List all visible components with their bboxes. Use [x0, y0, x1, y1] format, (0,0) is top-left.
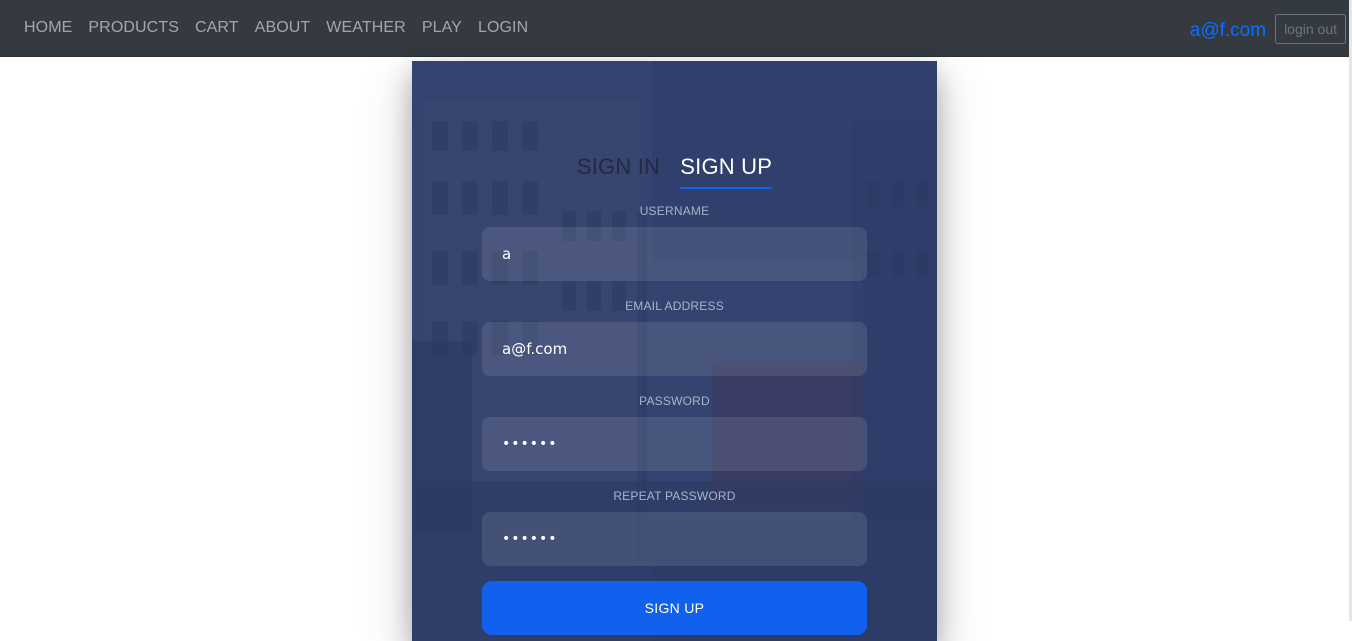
tab-sign-in[interactable]: SIGN IN: [577, 154, 660, 187]
signup-form: SIGN IN SIGN UP USERNAME a EMAIL ADDRESS…: [412, 61, 937, 641]
password-label: PASSWORD: [639, 394, 710, 408]
nav-weather-link[interactable]: WEATHER: [318, 19, 414, 37]
nav-home-link[interactable]: HOME: [16, 19, 80, 37]
nav-products-link[interactable]: PRODUCTS: [80, 19, 187, 37]
nav-cart-link[interactable]: CART: [187, 19, 247, 37]
password-input[interactable]: ••••••: [482, 417, 867, 471]
nav-user-area: a@f.com login out: [1190, 14, 1346, 44]
username-label: USERNAME: [639, 204, 710, 218]
repeat-password-label: REPEAT PASSWORD: [613, 489, 736, 503]
auth-tabs: SIGN IN SIGN UP: [412, 154, 937, 189]
nav-login-link[interactable]: LOGIN: [470, 19, 536, 37]
repeat-password-input[interactable]: ••••••: [482, 512, 867, 566]
tab-sign-up[interactable]: SIGN UP: [680, 154, 773, 189]
sign-up-button[interactable]: SIGN UP: [482, 581, 867, 635]
email-input[interactable]: a@f.com: [482, 322, 867, 376]
logout-button[interactable]: login out: [1275, 14, 1346, 44]
top-navbar: HOME PRODUCTS CART ABOUT WEATHER PLAY LO…: [0, 0, 1349, 57]
auth-card: SIGN IN SIGN UP USERNAME a EMAIL ADDRESS…: [412, 61, 937, 641]
nav-play-link[interactable]: PLAY: [414, 19, 470, 37]
username-input[interactable]: a: [482, 227, 867, 281]
nav-about-link[interactable]: ABOUT: [247, 19, 319, 37]
nav-links: HOME PRODUCTS CART ABOUT WEATHER PLAY LO…: [16, 0, 536, 56]
email-label: EMAIL ADDRESS: [625, 299, 724, 313]
user-email-link[interactable]: a@f.com: [1190, 20, 1266, 42]
